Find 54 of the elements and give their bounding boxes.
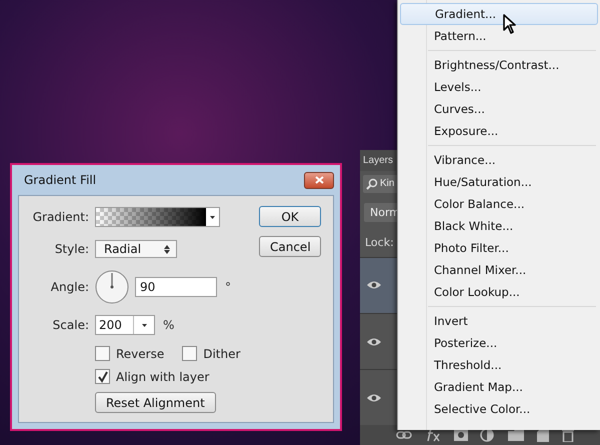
checkbox[interactable] [182, 346, 198, 361]
panel-tab[interactable]: Layers [360, 150, 396, 171]
gradient-label: Gradient: [32, 210, 89, 224]
scale-label: Scale: [52, 318, 89, 332]
degree-sign: ° [225, 280, 231, 294]
search-icon [366, 178, 378, 190]
checkbox[interactable] [95, 369, 110, 384]
angle-dial[interactable] [95, 270, 129, 304]
menu-item[interactable]: Gradient Map... [400, 376, 598, 398]
menu-item[interactable]: Exposure... [400, 120, 598, 142]
menu-item[interactable]: Posterize... [400, 332, 598, 354]
menu-item[interactable]: Threshold... [400, 354, 598, 376]
menu-item[interactable]: Channel Mixer... [400, 259, 598, 281]
gradient-picker[interactable] [95, 207, 220, 227]
ok-button[interactable]: OK [259, 206, 321, 227]
menu-item[interactable]: Brightness/Contrast... [400, 54, 598, 76]
menu-item[interactable]: Black White... [400, 215, 598, 237]
menu-item[interactable]: Photo Filter... [400, 237, 598, 259]
reset-alignment-button[interactable]: Reset Alignment [95, 392, 216, 413]
style-label: Style: [54, 242, 89, 256]
checkbox-option[interactable]: Align with layer [95, 369, 210, 384]
dropdown-arrow-icon [210, 216, 215, 218]
close-button[interactable] [304, 172, 334, 188]
close-icon [314, 176, 324, 184]
checkbox-option[interactable]: Dither [182, 346, 240, 361]
menu-item[interactable]: Color Lookup... [400, 281, 598, 303]
percent-sign: % [163, 318, 174, 332]
menu-item[interactable]: Hue/Saturation... [400, 171, 598, 193]
adjustment-icon[interactable] [480, 428, 496, 442]
angle-label: Angle: [50, 280, 89, 294]
menu-item[interactable]: Invert [400, 310, 598, 332]
menu-item[interactable]: Selective Color... [400, 398, 598, 420]
cancel-button[interactable]: Cancel [259, 236, 321, 257]
dropdown-arrow-icon [142, 324, 146, 326]
eye-icon[interactable] [366, 280, 382, 290]
menu-item[interactable]: Curves... [400, 98, 598, 120]
scale-field[interactable]: 200 [95, 315, 155, 335]
lock-label: Lock: [364, 234, 395, 251]
eye-icon[interactable] [366, 336, 382, 347]
menu-item[interactable]: Color Balance... [400, 193, 598, 215]
dialog-title: Gradient Fill [23, 173, 96, 187]
menu-item[interactable]: Levels... [400, 76, 598, 98]
menu-item[interactable]: Pattern... [400, 25, 598, 47]
checkbox[interactable] [95, 346, 110, 361]
link-icon[interactable] [396, 430, 412, 440]
checkbox-option[interactable]: Reverse [95, 346, 164, 361]
style-dropdown[interactable]: Radial [95, 240, 177, 258]
stepper-arrows-icon [164, 244, 170, 254]
menu-item[interactable]: Vibrance... [400, 149, 598, 171]
mouse-cursor-icon [503, 14, 516, 34]
angle-field[interactable]: 90 [135, 277, 217, 297]
mask-icon[interactable] [454, 429, 468, 442]
menu-item[interactable]: Gradient... [400, 3, 598, 25]
eye-icon[interactable] [366, 392, 382, 403]
